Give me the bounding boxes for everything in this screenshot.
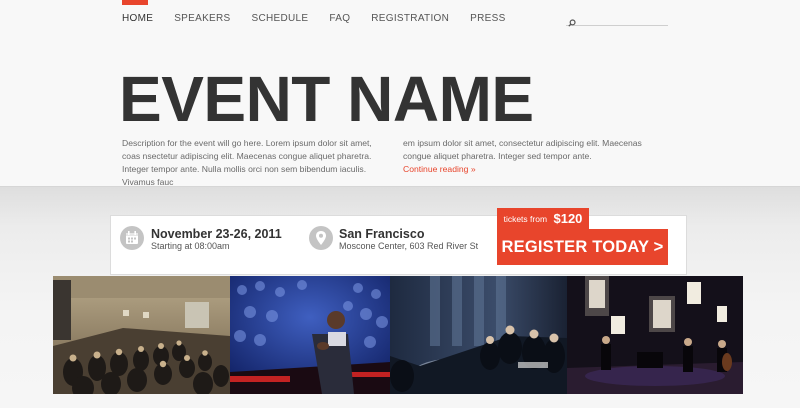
event-description-col1: Description for the event will go here. …: [122, 138, 372, 187]
gallery-photo-speaker-on-stage[interactable]: [230, 276, 390, 394]
main-nav: HOME SPEAKERS SCHEDULE FAQ REGISTRATION …: [122, 13, 527, 24]
nav-item-faq[interactable]: FAQ: [329, 13, 350, 24]
event-venue: Moscone Center, 603 Red River St: [339, 241, 479, 251]
ticket-price: $120: [553, 211, 583, 226]
search-box: [566, 11, 668, 27]
register-today-button[interactable]: REGISTER TODAY >: [497, 229, 668, 265]
search-input[interactable]: [580, 11, 666, 25]
map-pin-icon: [309, 226, 333, 255]
continue-reading-link[interactable]: Continue reading »: [403, 163, 669, 176]
gallery-photo-audience-venue[interactable]: [390, 276, 567, 394]
event-start-time: Starting at 08:00am: [151, 241, 230, 251]
search-icon[interactable]: [568, 14, 576, 32]
event-date: November 23-26, 2011: [151, 227, 282, 241]
event-title: EVENT NAME: [119, 63, 534, 135]
nav-item-speakers[interactable]: SPEAKERS: [174, 13, 230, 24]
nav-item-press[interactable]: PRESS: [470, 13, 505, 24]
ticket-from-label: tickets from: [503, 214, 548, 224]
nav-item-schedule[interactable]: SCHEDULE: [252, 13, 309, 24]
gallery-photo-conference-hall[interactable]: [53, 276, 230, 394]
event-city: San Francisco: [339, 227, 425, 241]
nav-item-registration[interactable]: REGISTRATION: [371, 13, 449, 24]
event-description-col2-wrap: em ipsum dolor sit amet, consectetur adi…: [403, 137, 669, 176]
ticket-price-badge: tickets from $120: [497, 208, 589, 230]
calendar-icon: [120, 226, 144, 255]
gallery-photo-musicians-stage[interactable]: [567, 276, 743, 394]
nav-item-home[interactable]: HOME: [122, 13, 153, 24]
nav-active-marker: [122, 0, 148, 5]
event-description-col2: em ipsum dolor sit amet, consectetur adi…: [403, 138, 642, 161]
